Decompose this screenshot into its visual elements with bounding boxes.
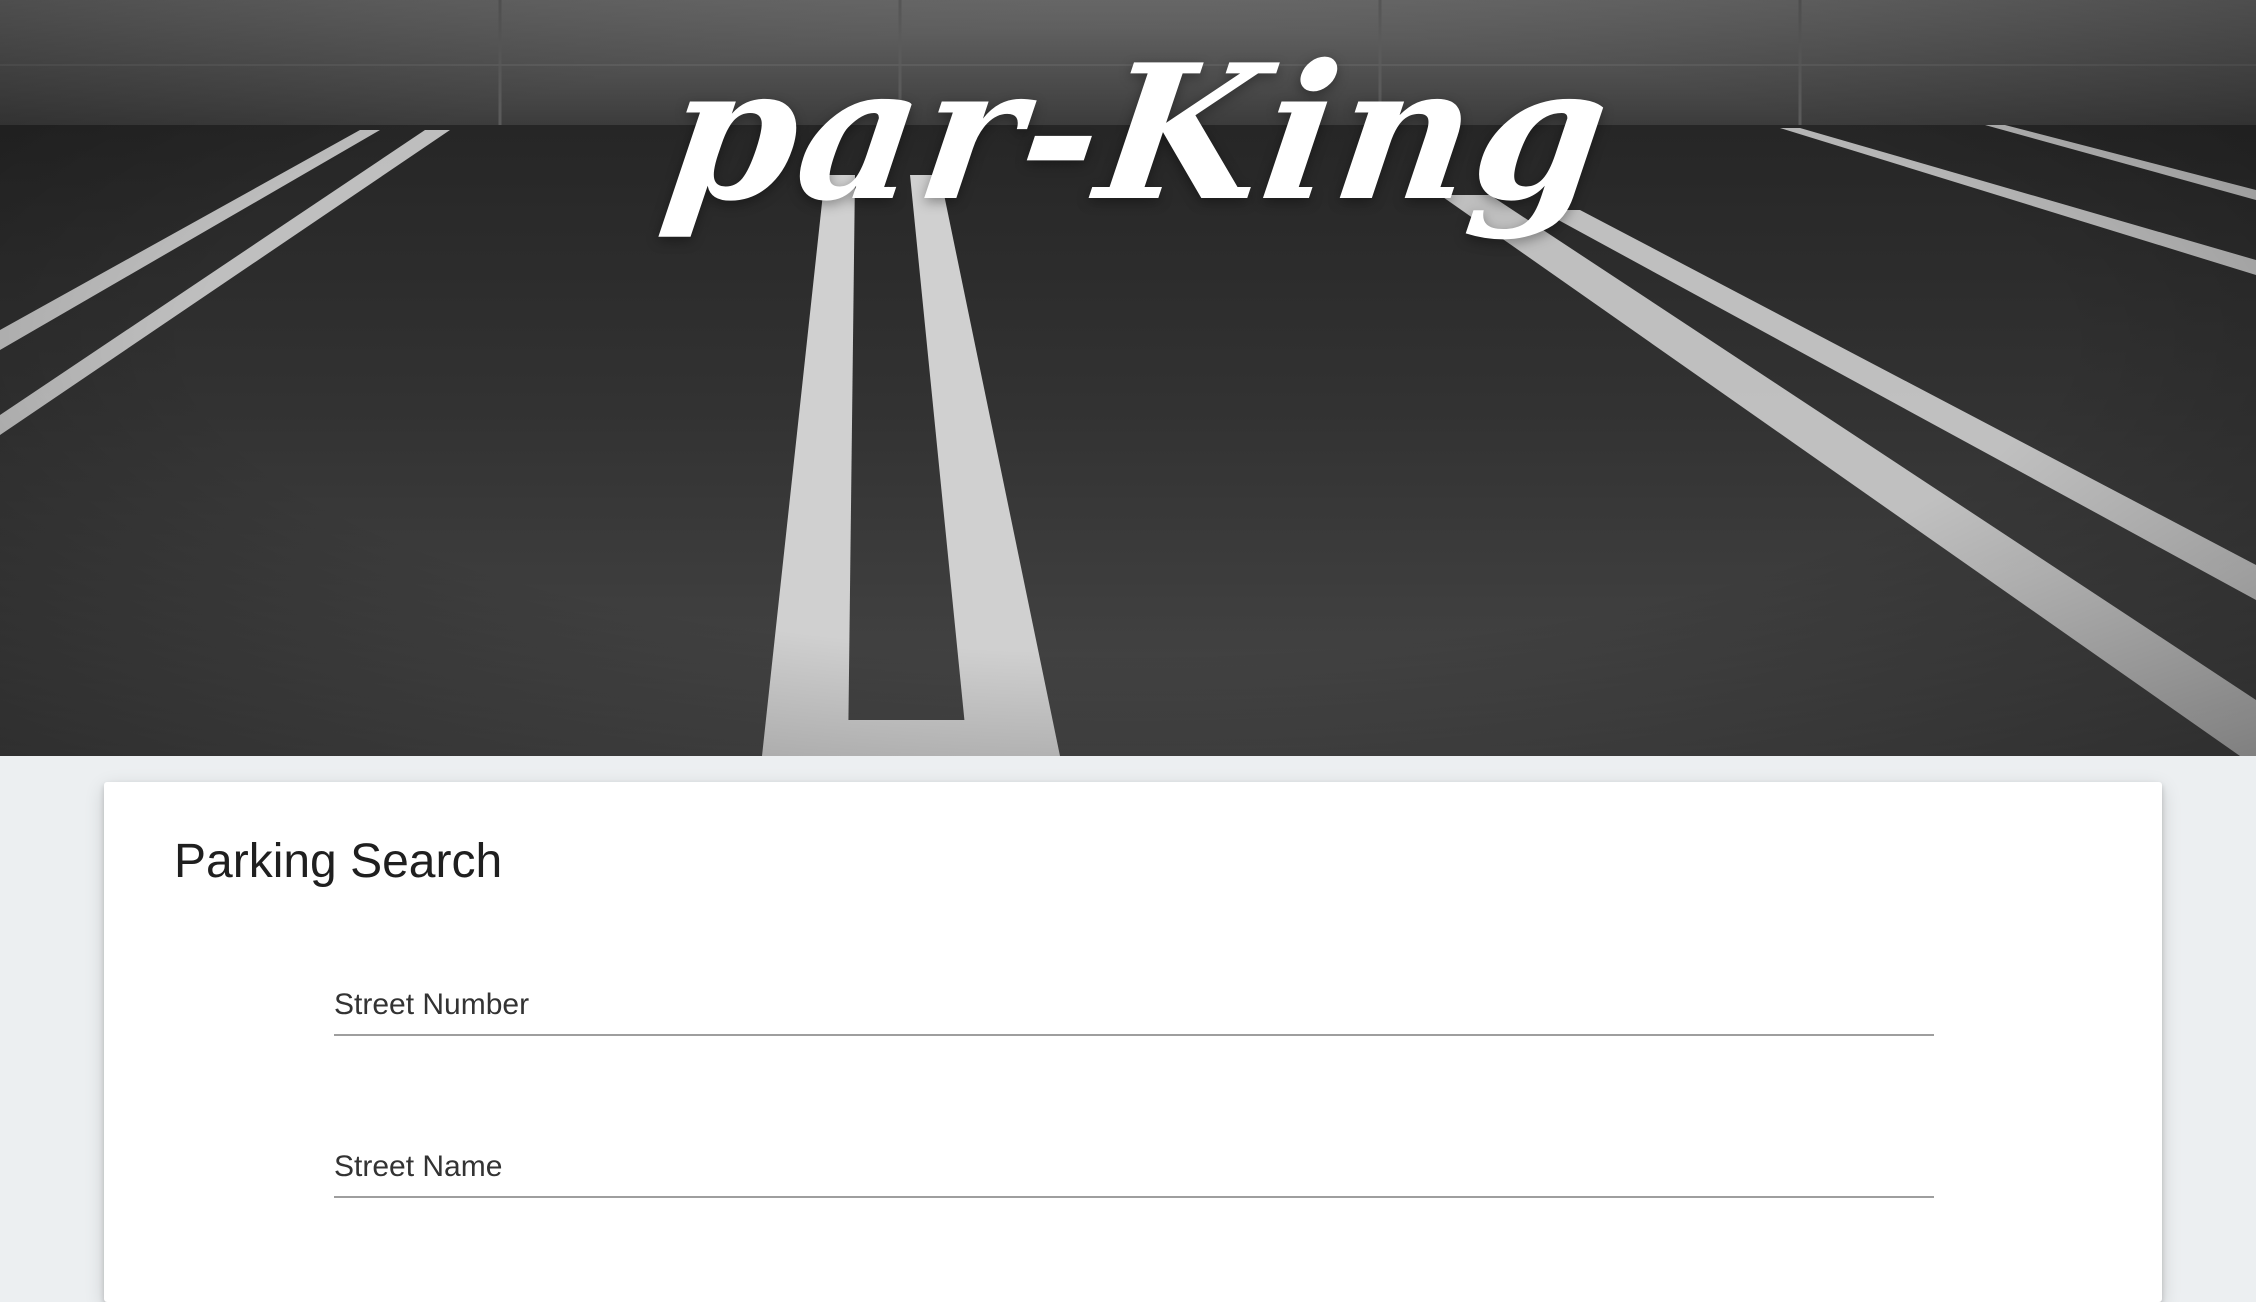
street-number-field[interactable]: Street Number [334,954,1938,1036]
hero-banner: par-King [0,0,2256,756]
street-name-field[interactable]: Street Name [334,1116,1938,1198]
street-number-input[interactable] [334,992,1938,1034]
site-logo: par-King [652,23,1624,242]
card-title: Parking Search [174,835,503,888]
street-name-input[interactable] [334,1154,1938,1196]
parking-search-card: Parking Search Street Number Street Name [104,782,2162,1302]
